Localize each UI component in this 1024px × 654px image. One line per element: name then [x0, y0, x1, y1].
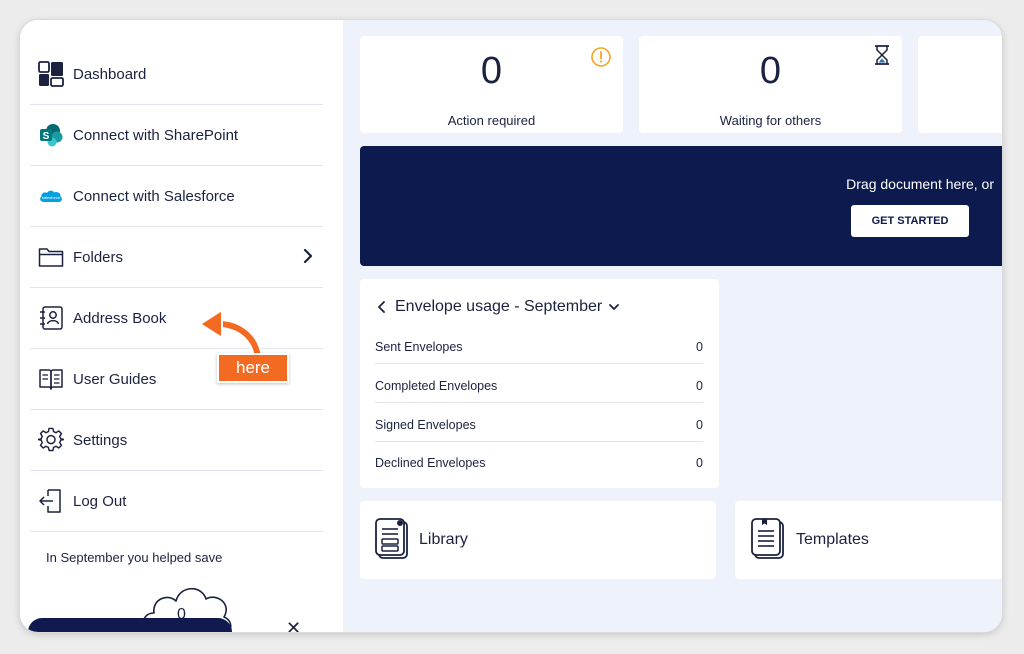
hourglass-icon [875, 45, 889, 65]
templates-icon [751, 518, 784, 559]
svg-text:S: S [43, 131, 50, 142]
annotation-label: here [217, 353, 289, 383]
sidebar-item-label: Folders [73, 248, 124, 266]
library-tile[interactable]: Library [360, 501, 716, 579]
chevron-down-icon[interactable] [607, 300, 621, 314]
library-label: Library [419, 531, 468, 548]
stat-label: Waiting for others [719, 113, 822, 128]
usage-row-signed: Signed Envelopes 0 [375, 403, 703, 442]
templates-label: Templates [796, 531, 869, 548]
sidebar-item-label: Connect with SharePoint [73, 126, 239, 144]
usage-label: Sent Envelopes [375, 340, 463, 354]
stat-card-partial[interactable] [918, 36, 1002, 133]
sidebar-item-salesforce[interactable]: salesforce Connect with Salesforce [30, 166, 323, 227]
usage-label: Declined Envelopes [375, 456, 486, 470]
usage-label: Signed Envelopes [375, 418, 476, 432]
usage-row-declined: Declined Envelopes 0 [375, 441, 703, 479]
chevron-left-icon[interactable] [375, 300, 389, 314]
sidebar-item-dashboard[interactable]: Dashboard [30, 44, 323, 105]
gear-icon [38, 427, 64, 453]
dashboard-main: 0 Action required 0 Waiting for others D… [343, 20, 1002, 632]
sidebar-item-label: Connect with Salesforce [73, 187, 235, 205]
svg-text:salesforce: salesforce [42, 195, 61, 200]
sidebar-item-label: Address Book [73, 309, 167, 327]
templates-tile[interactable]: Templates [735, 501, 1002, 579]
sidebar-item-label: Log Out [73, 492, 127, 510]
usage-value: 0 [696, 456, 703, 470]
address-book-icon [38, 305, 64, 331]
user-guides-icon [38, 366, 64, 392]
stat-value: 0 [480, 50, 503, 92]
sidebar-item-settings[interactable]: Settings [30, 410, 323, 471]
salesforce-icon: salesforce [38, 183, 64, 209]
savings-message: In September you helped save [46, 550, 223, 565]
usage-row-sent: Sent Envelopes 0 [375, 325, 703, 364]
sidebar-item-label: Dashboard [73, 65, 147, 83]
envelope-usage-header[interactable]: Envelope usage - September [375, 298, 621, 316]
envelope-usage-card: Envelope usage - September Sent Envelope… [360, 279, 719, 488]
sidebar-item-label: User Guides [73, 370, 157, 388]
stat-value: 0 [759, 50, 782, 92]
envelope-usage-month[interactable]: September [524, 298, 602, 316]
sidebar: Dashboard S Connect with SharePoint sale… [20, 20, 343, 632]
stat-card-waiting-for-others[interactable]: 0 Waiting for others [639, 36, 902, 133]
library-icon [375, 518, 408, 559]
sidebar-item-folders[interactable]: Folders [30, 227, 323, 288]
upload-dropzone[interactable]: Drag document here, or GET STARTED [360, 146, 1002, 266]
help-widget-button[interactable] [28, 618, 232, 632]
usage-label: Completed Envelopes [375, 379, 498, 393]
dropzone-text: Drag document here, or [846, 176, 994, 192]
stat-label: Action required [447, 113, 536, 128]
app-window: Dashboard S Connect with SharePoint sale… [20, 20, 1002, 632]
folder-icon [38, 244, 64, 270]
close-icon[interactable]: ✕ [286, 618, 301, 632]
stat-card-action-required[interactable]: 0 Action required [360, 36, 623, 133]
chevron-right-icon[interactable] [299, 247, 317, 265]
alert-circle-icon [591, 47, 611, 67]
usage-value: 0 [696, 418, 703, 432]
sidebar-item-log-out[interactable]: Log Out [30, 471, 323, 532]
get-started-button[interactable]: GET STARTED [851, 205, 969, 237]
sharepoint-icon: S [38, 122, 64, 148]
sidebar-item-label: Settings [73, 431, 128, 449]
usage-row-completed: Completed Envelopes 0 [375, 364, 703, 403]
usage-value: 0 [696, 379, 703, 393]
sidebar-item-sharepoint[interactable]: S Connect with SharePoint [30, 105, 323, 166]
logout-icon [38, 488, 64, 514]
dashboard-icon [38, 61, 64, 87]
usage-value: 0 [696, 340, 703, 354]
envelope-usage-title: Envelope usage - [395, 298, 524, 315]
